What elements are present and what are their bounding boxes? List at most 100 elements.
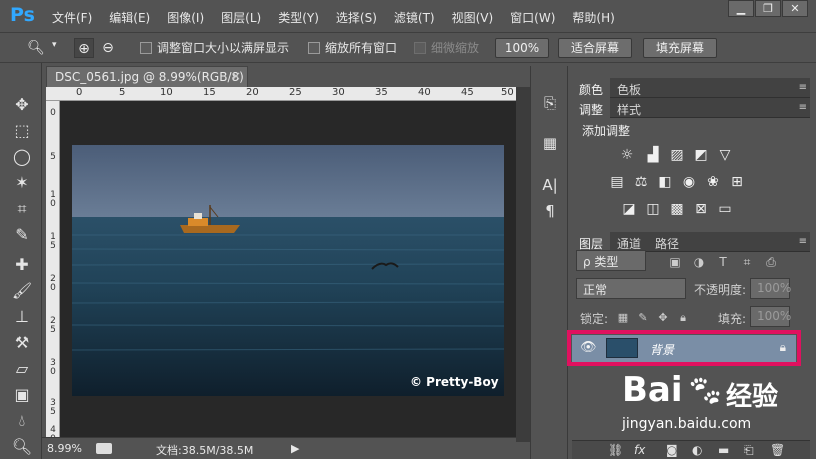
scrubby-zoom-checkbox[interactable] bbox=[414, 42, 426, 54]
tool-preset-dropdown-icon[interactable]: ▾ bbox=[52, 40, 57, 50]
brightness-icon[interactable]: ☼ bbox=[618, 147, 636, 163]
zoom-tool-icon[interactable]: 🔍︎ bbox=[26, 38, 46, 58]
photo-filter-icon[interactable]: ◉ bbox=[680, 174, 698, 190]
document-tab[interactable]: DSC_0561.jpg @ 8.99%(RGB/8) × bbox=[46, 66, 248, 87]
menu-filter[interactable]: 滤镜(T) bbox=[394, 9, 435, 26]
menu-file[interactable]: 文件(F) bbox=[52, 9, 92, 26]
tab-styles[interactable]: 样式 bbox=[610, 98, 648, 118]
exposure-icon[interactable]: ◩ bbox=[692, 147, 710, 163]
color-lookup-icon[interactable]: ⊞ bbox=[728, 174, 746, 190]
menu-layer[interactable]: 图层(L) bbox=[221, 9, 261, 26]
close-window-button[interactable]: ✕ bbox=[782, 0, 808, 17]
eraser-tool-icon[interactable]: ▱ bbox=[10, 357, 34, 381]
history-brush-icon[interactable]: ⚒ bbox=[10, 331, 34, 355]
menu-view[interactable]: 视图(V) bbox=[452, 9, 494, 26]
lasso-tool-icon[interactable]: ◯ bbox=[10, 145, 34, 169]
threshold-icon[interactable]: ▩ bbox=[668, 201, 686, 217]
resize-windows-checkbox[interactable] bbox=[140, 42, 152, 54]
eyedropper-tool-icon[interactable]: ✎ bbox=[10, 223, 34, 247]
vertical-scrollbar[interactable] bbox=[516, 87, 530, 442]
zoom-in-icon[interactable]: ⊕ bbox=[74, 38, 94, 58]
tab-layers[interactable]: 图层 bbox=[572, 232, 611, 252]
vibrance-icon[interactable]: ▽ bbox=[716, 147, 734, 163]
blur-tool-icon[interactable]: 💧︎ bbox=[10, 409, 34, 433]
document-image[interactable] bbox=[72, 145, 504, 396]
curves-icon[interactable]: ▨ bbox=[668, 147, 686, 163]
lock-pixels-icon[interactable]: ✎ bbox=[634, 310, 652, 326]
menu-help[interactable]: 帮助(H) bbox=[572, 9, 614, 26]
zoom-level[interactable]: 8.99% bbox=[47, 442, 82, 455]
restore-button[interactable]: ❐ bbox=[755, 0, 781, 17]
resize-windows-option[interactable]: 调整窗口大小以满屏显示 bbox=[140, 39, 289, 56]
hue-saturation-icon[interactable]: ▤ bbox=[608, 174, 626, 190]
zoom-all-option[interactable]: 缩放所有窗口 bbox=[308, 39, 397, 56]
zoom-100-button[interactable]: 100% bbox=[495, 38, 549, 58]
close-document-icon[interactable]: × bbox=[231, 69, 241, 83]
filter-adjustment-icon[interactable]: ◑ bbox=[690, 254, 708, 270]
fx-icon[interactable]: fx bbox=[634, 443, 645, 457]
menu-type[interactable]: 类型(Y) bbox=[278, 9, 319, 26]
levels-icon[interactable]: ▟ bbox=[644, 147, 662, 163]
opacity-input[interactable]: 100% bbox=[750, 278, 791, 299]
invert-icon[interactable]: ◪ bbox=[620, 201, 638, 217]
tab-color[interactable]: 颜色 bbox=[572, 78, 611, 98]
dodge-tool-icon[interactable]: 🔍︎ bbox=[10, 435, 34, 459]
ruler-tick: 3 5 bbox=[50, 398, 56, 417]
black-white-icon[interactable]: ◧ bbox=[656, 174, 674, 190]
ruler-top[interactable]: 0 5 10 15 20 25 30 35 40 45 50 bbox=[46, 87, 516, 101]
filter-shape-icon[interactable]: ⌗ bbox=[738, 254, 756, 270]
new-group-icon[interactable]: ▬ bbox=[718, 443, 729, 457]
fit-screen-button[interactable]: 适合屏幕 bbox=[558, 38, 632, 58]
tab-paths[interactable]: 路径 bbox=[648, 232, 686, 252]
lock-all-icon[interactable]: 🔒︎ bbox=[674, 310, 692, 326]
brush-tool-icon[interactable]: 🖌︎ bbox=[10, 279, 34, 303]
color-balance-icon[interactable]: ⚖ bbox=[632, 174, 650, 190]
new-adjustment-layer-icon[interactable]: ◐ bbox=[692, 443, 702, 457]
selective-color-icon[interactable]: ⊠ bbox=[692, 201, 710, 217]
gradient-map-icon[interactable]: ▭ bbox=[716, 201, 734, 217]
menu-select[interactable]: 选择(S) bbox=[336, 9, 377, 26]
menu-edit[interactable]: 编辑(E) bbox=[109, 9, 150, 26]
lock-transparent-icon[interactable]: ▦ bbox=[614, 310, 632, 326]
marquee-tool-icon[interactable]: ⬚ bbox=[10, 119, 34, 143]
status-menu-arrow[interactable]: ▶ bbox=[291, 442, 299, 455]
move-tool-icon[interactable]: ✥ bbox=[10, 93, 34, 117]
zoom-all-checkbox[interactable] bbox=[308, 42, 320, 54]
menu-window[interactable]: 窗口(W) bbox=[510, 9, 555, 26]
new-layer-icon[interactable]: ⎗ bbox=[744, 443, 754, 458]
fill-screen-button[interactable]: 填充屏幕 bbox=[643, 38, 717, 58]
tab-swatches[interactable]: 色板 bbox=[610, 78, 648, 98]
lock-position-icon[interactable]: ✥ bbox=[654, 310, 672, 326]
zoom-out-icon[interactable]: ⊖ bbox=[98, 38, 118, 58]
character-panel-icon[interactable]: A| bbox=[539, 174, 561, 196]
filter-smart-object-icon[interactable]: ⎙ bbox=[762, 254, 780, 270]
properties-panel-icon[interactable]: ▦ bbox=[539, 132, 561, 154]
ruler-left[interactable]: 0 5 1 0 1 5 2 0 2 5 3 0 3 5 4 0 bbox=[46, 101, 60, 442]
link-layers-icon[interactable]: ⛓ bbox=[608, 443, 623, 457]
healing-brush-icon[interactable]: ✚ bbox=[10, 253, 34, 277]
scrubby-zoom-option[interactable]: 细微缩放 bbox=[414, 39, 479, 56]
channel-mixer-icon[interactable]: ❀ bbox=[704, 174, 722, 190]
filter-pixel-icon[interactable]: ▣ bbox=[666, 254, 684, 270]
history-panel-icon[interactable]: ⎘ bbox=[539, 92, 561, 114]
filter-type-icon[interactable]: T bbox=[714, 254, 732, 270]
magic-wand-icon[interactable]: ✶ bbox=[10, 171, 34, 195]
panel-menu-icon[interactable]: ≡ bbox=[799, 102, 807, 113]
gradient-tool-icon[interactable]: ▣ bbox=[10, 383, 34, 407]
tab-channels[interactable]: 通道 bbox=[610, 232, 648, 252]
status-info-icon[interactable] bbox=[96, 443, 112, 454]
add-mask-icon[interactable]: ◙ bbox=[666, 443, 678, 457]
minimize-button[interactable]: ▁ bbox=[728, 0, 754, 17]
fill-input[interactable]: 100% bbox=[750, 306, 791, 327]
layer-filter-kind[interactable]: ρ 类型 bbox=[576, 250, 646, 271]
delete-layer-icon[interactable]: 🗑︎ bbox=[770, 443, 785, 457]
panel-menu-icon[interactable]: ≡ bbox=[799, 82, 807, 93]
posterize-icon[interactable]: ◫ bbox=[644, 201, 662, 217]
blend-mode-select[interactable]: 正常 bbox=[576, 278, 686, 299]
paragraph-panel-icon[interactable]: ¶ bbox=[539, 200, 561, 222]
panel-menu-icon[interactable]: ≡ bbox=[799, 236, 807, 247]
crop-tool-icon[interactable]: ⌗ bbox=[10, 197, 34, 221]
tab-adjustments[interactable]: 调整 bbox=[572, 98, 611, 118]
clone-stamp-icon[interactable]: ⊥ bbox=[10, 305, 34, 329]
menu-image[interactable]: 图像(I) bbox=[167, 9, 204, 26]
